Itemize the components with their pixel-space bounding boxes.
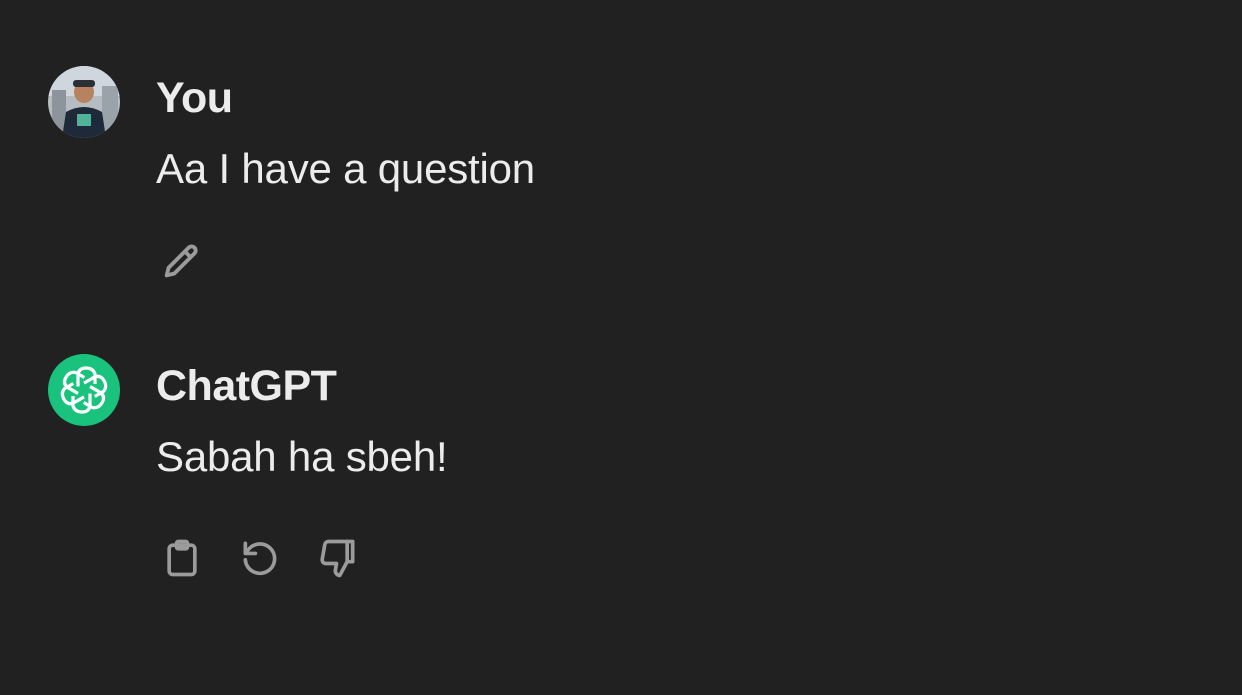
avatar (48, 354, 120, 426)
message-text: Aa I have a question (156, 145, 535, 192)
user-photo-icon (48, 66, 120, 138)
message-actions (156, 236, 208, 288)
message-author: ChatGPT (156, 362, 337, 410)
message-actions (156, 532, 364, 584)
avatar (48, 66, 120, 138)
clipboard-icon (167, 539, 197, 577)
copy-button[interactable] (156, 532, 208, 584)
openai-logo-icon (57, 366, 111, 414)
refresh-icon (243, 541, 277, 576)
regenerate-button[interactable] (234, 532, 286, 584)
message-author: You (156, 74, 233, 122)
message-text: Sabah ha sbeh! (156, 433, 448, 480)
pencil-icon (164, 244, 198, 278)
thumbs-down-icon (320, 539, 355, 578)
edit-button[interactable] (156, 236, 208, 288)
dislike-button[interactable] (312, 532, 364, 584)
